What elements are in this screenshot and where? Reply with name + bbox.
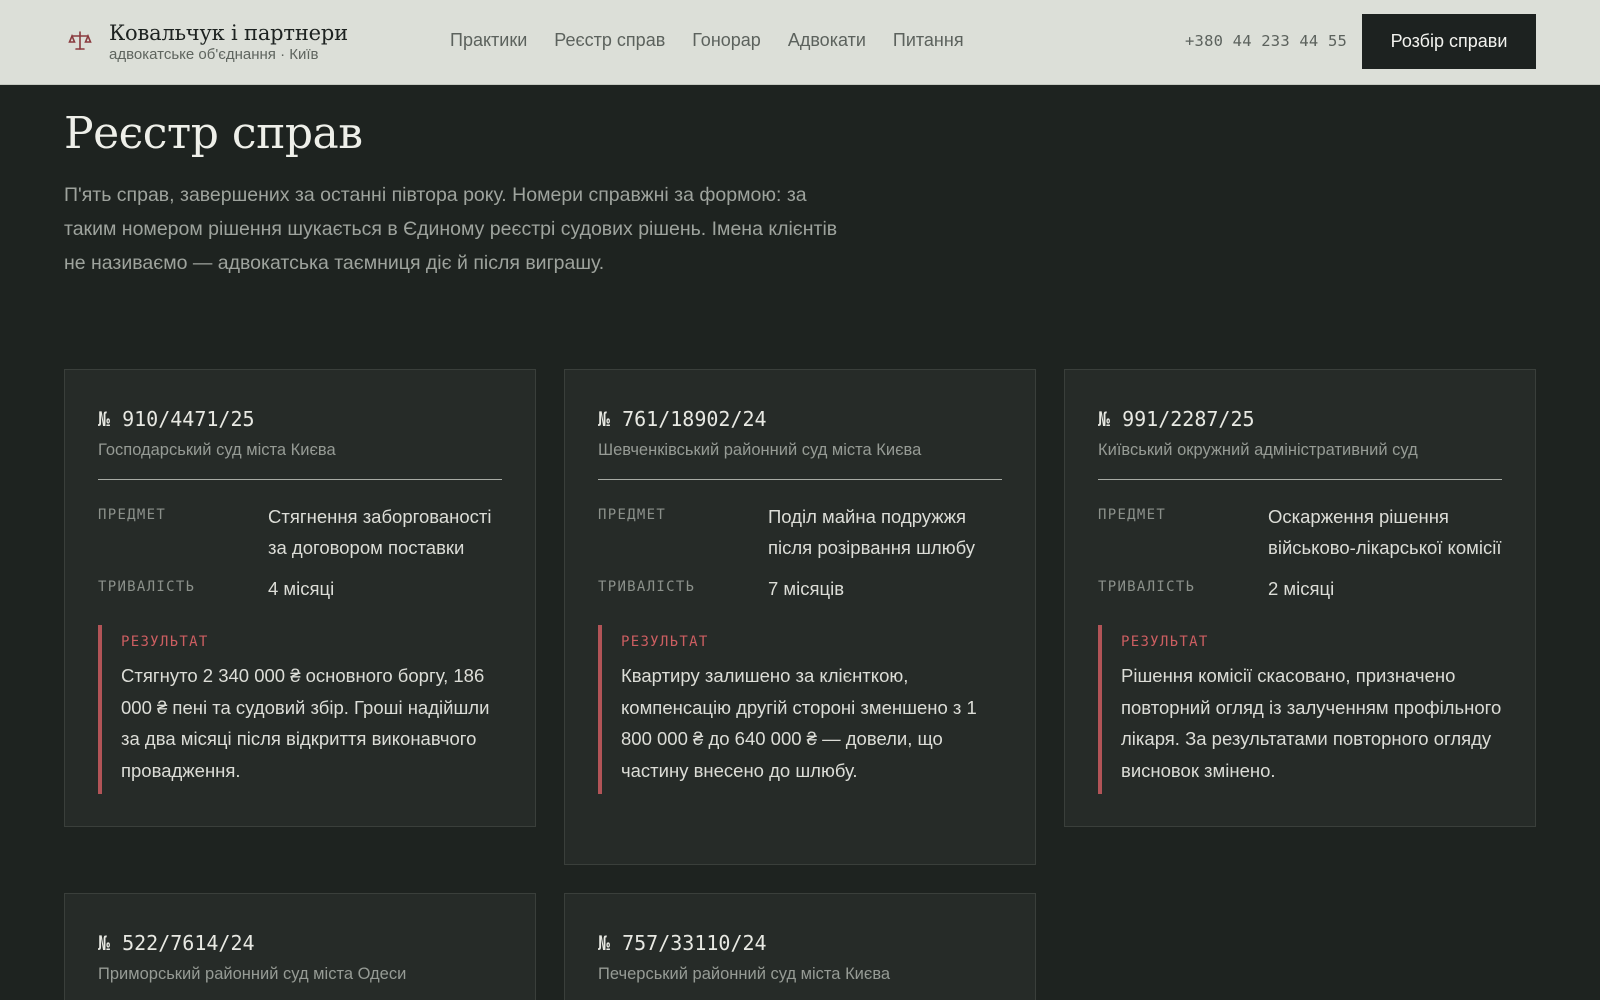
duration-row: ТРИВАЛІСТЬ 7 місяців bbox=[598, 573, 1002, 604]
subject-label: ПРЕДМЕТ bbox=[598, 507, 667, 523]
case-number: № 522/7614/24 bbox=[98, 931, 255, 955]
result-text: Квартиру залишено за клієнткою, компенса… bbox=[621, 665, 977, 781]
court-name: Приморський районний суд міста Одеси bbox=[98, 965, 407, 983]
brand-logo-link[interactable]: Ковальчук і партнери адвокатське об'єдна… bbox=[68, 20, 348, 64]
duration-value: 2 місяці bbox=[1268, 578, 1335, 599]
case-card: № 910/4471/25 Господарський суд міста Ки… bbox=[64, 369, 536, 827]
duration-value: 4 місяці bbox=[268, 578, 335, 599]
case-card: № 991/2287/25 Київський окружний адмініс… bbox=[1064, 369, 1536, 827]
nav-link-case-registry[interactable]: Реєстр справ bbox=[554, 29, 665, 51]
subject-label: ПРЕДМЕТ bbox=[98, 507, 167, 523]
duration-value: 7 місяців bbox=[768, 578, 845, 599]
court-name: Київський окружний адміністративний суд bbox=[1098, 440, 1502, 480]
subject-value: Оскарження рішення військово-лікарської … bbox=[1268, 506, 1502, 558]
scales-icon bbox=[68, 31, 92, 50]
duration-label: ТРИВАЛІСТЬ bbox=[98, 579, 196, 595]
subject-row: ПРЕДМЕТ Поділ майна подружжя після розір… bbox=[598, 501, 1002, 563]
result-text: Стягнуто 2 340 000 ₴ основного боргу, 18… bbox=[121, 665, 490, 781]
subject-value: Поділ майна подружжя після розірвання шл… bbox=[768, 506, 976, 558]
case-card: № 757/33110/24 Печерський районний суд м… bbox=[564, 893, 1036, 1000]
brand-subtitle: адвокатське об'єднання · Київ bbox=[109, 46, 319, 63]
nav-link-practices[interactable]: Практики bbox=[450, 29, 527, 51]
case-card: № 522/7614/24 Приморський районний суд м… bbox=[64, 893, 536, 1000]
result-block: РЕЗУЛЬТАТ Стягнуто 2 340 000 ₴ основного… bbox=[98, 625, 502, 794]
intro-paragraph: П'ять справ, завершених за останні півто… bbox=[64, 184, 838, 274]
court-name: Господарський суд міста Києва bbox=[98, 440, 502, 480]
result-label: РЕЗУЛЬТАТ bbox=[121, 634, 209, 650]
page-title: Реєстр справ bbox=[64, 108, 363, 159]
duration-row: ТРИВАЛІСТЬ 2 місяці bbox=[1098, 573, 1502, 604]
court-name: Шевченківський районний суд міста Києва bbox=[598, 440, 1002, 480]
case-number: № 991/2287/25 bbox=[1098, 407, 1255, 431]
nav-link-lawyers[interactable]: Адвокати bbox=[788, 29, 866, 51]
main-nav: Практики Реєстр справ Гонорар Адвокати П… bbox=[450, 29, 991, 51]
duration-label: ТРИВАЛІСТЬ bbox=[598, 579, 696, 595]
duration-row: ТРИВАЛІСТЬ 4 місяці bbox=[98, 573, 502, 604]
duration-label: ТРИВАЛІСТЬ bbox=[1098, 579, 1196, 595]
top-navigation-bar: Ковальчук і партнери адвокатське об'єдна… bbox=[0, 0, 1600, 85]
case-review-button[interactable]: Розбір справи bbox=[1362, 14, 1536, 69]
court-name: Печерський районний суд міста Києва bbox=[598, 965, 891, 983]
result-label: РЕЗУЛЬТАТ bbox=[621, 634, 709, 650]
result-label: РЕЗУЛЬТАТ bbox=[1121, 634, 1209, 650]
result-block: РЕЗУЛЬТАТ Рішення комісії скасовано, при… bbox=[1098, 625, 1502, 794]
case-number: № 910/4471/25 bbox=[98, 407, 255, 431]
case-number: № 761/18902/24 bbox=[598, 407, 767, 431]
result-text: Рішення комісії скасовано, призначено по… bbox=[1121, 665, 1502, 781]
subject-label: ПРЕДМЕТ bbox=[1098, 507, 1167, 523]
subject-row: ПРЕДМЕТ Стягнення заборгованості за дого… bbox=[98, 501, 502, 563]
case-number: № 757/33110/24 bbox=[598, 931, 767, 955]
phone-number-link[interactable]: +380 44 233 44 55 bbox=[1185, 32, 1347, 50]
nav-link-fees[interactable]: Гонорар bbox=[692, 29, 761, 51]
subject-row: ПРЕДМЕТ Оскарження рішення військово-лік… bbox=[1098, 501, 1502, 563]
nav-link-faq[interactable]: Питання bbox=[893, 29, 964, 51]
subject-value: Стягнення заборгованості за договором по… bbox=[268, 506, 492, 558]
result-block: РЕЗУЛЬТАТ Квартиру залишено за клієнткою… bbox=[598, 625, 1002, 794]
brand-name: Ковальчук і партнери bbox=[109, 21, 348, 45]
case-card: № 761/18902/24 Шевченківський районний с… bbox=[564, 369, 1036, 865]
